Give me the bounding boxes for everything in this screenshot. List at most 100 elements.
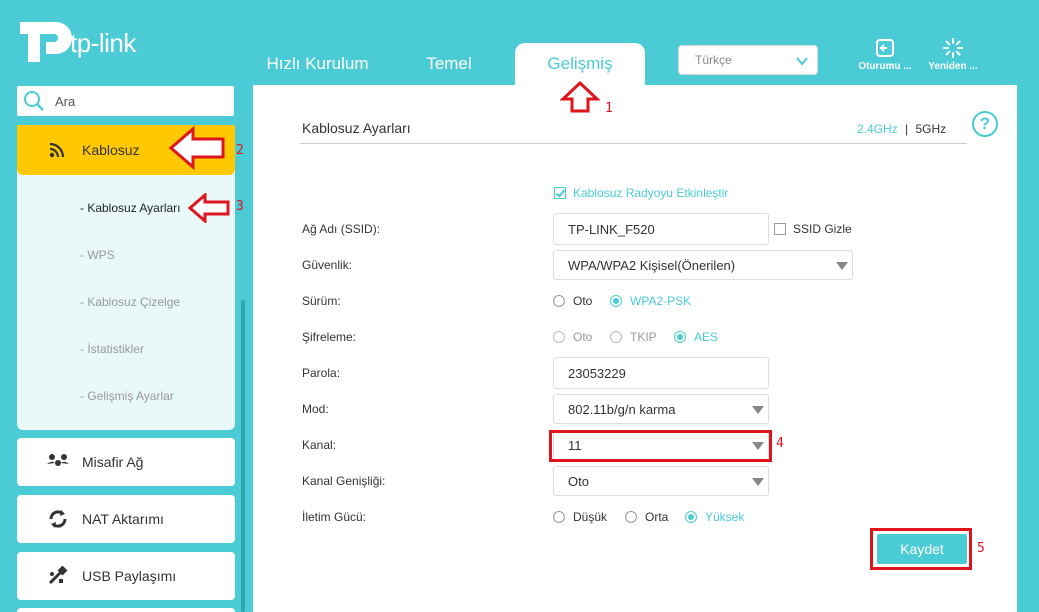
band-5ghz-link[interactable]: 5GHz bbox=[916, 122, 947, 136]
version-auto-radio[interactable]: Oto bbox=[553, 294, 592, 308]
encryption-tkip-label: TKIP bbox=[630, 330, 657, 344]
sidebar-item-label: Kablosuz bbox=[82, 142, 140, 158]
logout-button[interactable]: Oturumu ... bbox=[850, 38, 920, 78]
logout-icon bbox=[876, 39, 894, 57]
encryption-auto-label: Oto bbox=[573, 330, 593, 344]
version-wpa2psk-radio[interactable]: WPA2-PSK bbox=[610, 294, 691, 308]
security-label: Güvenlik: bbox=[302, 258, 353, 272]
band-24ghz-link[interactable]: 2.4GHz bbox=[857, 122, 898, 136]
wifi-icon bbox=[49, 142, 65, 158]
search-icon bbox=[24, 91, 44, 111]
annotation-highlight-channel bbox=[549, 430, 772, 462]
search-input[interactable]: Ara bbox=[17, 86, 234, 116]
nat-forwarding-icon bbox=[49, 510, 67, 528]
search-placeholder: Ara bbox=[55, 93, 76, 109]
tx-power-label: İletim Gücü: bbox=[302, 510, 367, 524]
reboot-label: Yeniden ... bbox=[928, 61, 978, 72]
mode-value: 802.11b/g/n karma bbox=[568, 401, 676, 417]
sidebar-item-label: USB Paylaşımı bbox=[82, 568, 177, 584]
channel-label: Kanal: bbox=[302, 438, 337, 452]
sidebar-item-label: NAT Aktarımı bbox=[82, 511, 164, 527]
tx-power-high-radio[interactable]: Yüksek bbox=[685, 510, 744, 524]
checkbox-box bbox=[774, 223, 786, 235]
tab-advanced[interactable]: Gelişmiş bbox=[515, 43, 645, 85]
sidebar-item-next[interactable] bbox=[17, 608, 235, 612]
annotation-label-3: 3 bbox=[236, 199, 244, 214]
mode-label: Mod: bbox=[302, 402, 329, 416]
encryption-aes-label: AES bbox=[694, 330, 719, 344]
security-value: WPA/WPA2 Kişisel(Önerilen) bbox=[568, 257, 736, 273]
sidebar-scrollbar[interactable] bbox=[241, 300, 245, 612]
annotation-label-2: 2 bbox=[236, 143, 244, 158]
password-input[interactable]: 23053229 bbox=[553, 357, 769, 389]
guest-network-icon bbox=[47, 454, 69, 466]
tx-power-high-label: Yüksek bbox=[705, 510, 745, 524]
tx-power-low-radio[interactable]: Düşük bbox=[553, 510, 607, 524]
annotation-label-1: 1 bbox=[605, 101, 613, 116]
sidebar-subitem-advanced-settings[interactable]: - Gelişmiş Ayarlar bbox=[80, 389, 174, 403]
tx-power-medium-label: Orta bbox=[645, 510, 669, 524]
sidebar-subitem-wps[interactable]: - WPS bbox=[80, 248, 115, 262]
chevron-down-icon bbox=[796, 57, 808, 66]
radio-dot bbox=[610, 295, 622, 307]
tab-basic[interactable]: Temel bbox=[395, 43, 503, 85]
checkbox-box bbox=[554, 187, 566, 199]
radio-dot bbox=[674, 331, 686, 343]
encryption-label: Şifreleme: bbox=[302, 330, 357, 344]
radio-dot bbox=[610, 331, 622, 343]
channel-width-label: Kanal Genişliği: bbox=[302, 474, 386, 488]
hide-ssid-checkbox[interactable]: SSID Gizle bbox=[774, 222, 852, 236]
version-label: Sürüm: bbox=[302, 294, 341, 308]
sidebar-item-label: Misafir Ağ bbox=[82, 454, 144, 470]
radio-dot bbox=[553, 511, 565, 523]
radio-dot bbox=[625, 511, 637, 523]
ssid-input[interactable]: TP-LINK_F520 bbox=[553, 213, 769, 245]
language-value: Türkçe bbox=[695, 53, 732, 67]
radio-dot bbox=[553, 295, 565, 307]
sidebar-item-guest-network[interactable]: Misafir Ağ bbox=[17, 438, 235, 486]
enable-wireless-radio-label: Kablosuz Radyoyu Etkinleştir bbox=[573, 186, 729, 200]
section-divider bbox=[300, 143, 967, 144]
band-separator: | bbox=[905, 122, 909, 136]
annotation-arrow-left-icon bbox=[168, 126, 225, 170]
tx-power-medium-radio[interactable]: Orta bbox=[625, 510, 668, 524]
annotation-label-5: 5 bbox=[977, 541, 985, 556]
help-icon[interactable]: ? bbox=[972, 111, 998, 137]
mode-select[interactable]: 802.11b/g/n karma bbox=[553, 394, 769, 424]
tab-quick-setup[interactable]: Hızlı Kurulum bbox=[255, 43, 380, 85]
sidebar-item-usb-sharing[interactable]: USB Paylaşımı bbox=[17, 552, 235, 600]
channel-width-select[interactable]: Oto bbox=[553, 466, 769, 496]
language-select[interactable]: Türkçe bbox=[678, 45, 818, 75]
encryption-tkip-radio[interactable]: TKIP bbox=[610, 330, 657, 344]
annotation-arrow-up-icon bbox=[560, 80, 600, 113]
sidebar-subitem-wireless-settings[interactable]: - Kablosuz Ayarları bbox=[80, 201, 181, 215]
encryption-auto-radio[interactable]: Oto bbox=[553, 330, 592, 344]
reboot-icon bbox=[943, 38, 963, 58]
annotation-label-4: 4 bbox=[776, 436, 784, 451]
tx-power-low-label: Düşük bbox=[573, 510, 608, 524]
enable-wireless-radio-checkbox[interactable]: Kablosuz Radyoyu Etkinleştir bbox=[554, 186, 728, 200]
usb-sharing-icon bbox=[48, 566, 68, 585]
section-title: Kablosuz Ayarları bbox=[302, 120, 411, 136]
reboot-button[interactable]: Yeniden ... bbox=[918, 38, 988, 78]
dropdown-arrow-icon bbox=[752, 478, 764, 486]
radio-dot bbox=[553, 331, 565, 343]
annotation-highlight-save bbox=[870, 528, 972, 570]
logout-label: Oturumu ... bbox=[858, 61, 912, 72]
sidebar-item-nat-forwarding[interactable]: NAT Aktarımı bbox=[17, 495, 235, 543]
dropdown-arrow-icon bbox=[752, 406, 764, 414]
encryption-aes-radio[interactable]: AES bbox=[674, 330, 718, 344]
band-switch: 2.4GHz | 5GHz bbox=[857, 122, 946, 136]
dropdown-arrow-icon bbox=[836, 262, 848, 270]
radio-dot bbox=[685, 511, 697, 523]
channel-width-value: Oto bbox=[568, 473, 589, 489]
annotation-arrow-left-icon bbox=[188, 193, 230, 223]
security-select[interactable]: WPA/WPA2 Kişisel(Önerilen) bbox=[553, 250, 853, 280]
hide-ssid-label: SSID Gizle bbox=[793, 222, 852, 236]
version-wpa2psk-label: WPA2-PSK bbox=[630, 294, 692, 308]
sidebar-subitem-wireless-schedule[interactable]: - Kablosuz Çizelge bbox=[80, 295, 180, 309]
brand-name: tp-link bbox=[70, 28, 136, 58]
ssid-label: Ağ Adı (SSID): bbox=[302, 222, 381, 236]
sidebar-subitem-statistics[interactable]: - İstatistikler bbox=[80, 342, 144, 356]
password-label: Parola: bbox=[302, 366, 341, 380]
